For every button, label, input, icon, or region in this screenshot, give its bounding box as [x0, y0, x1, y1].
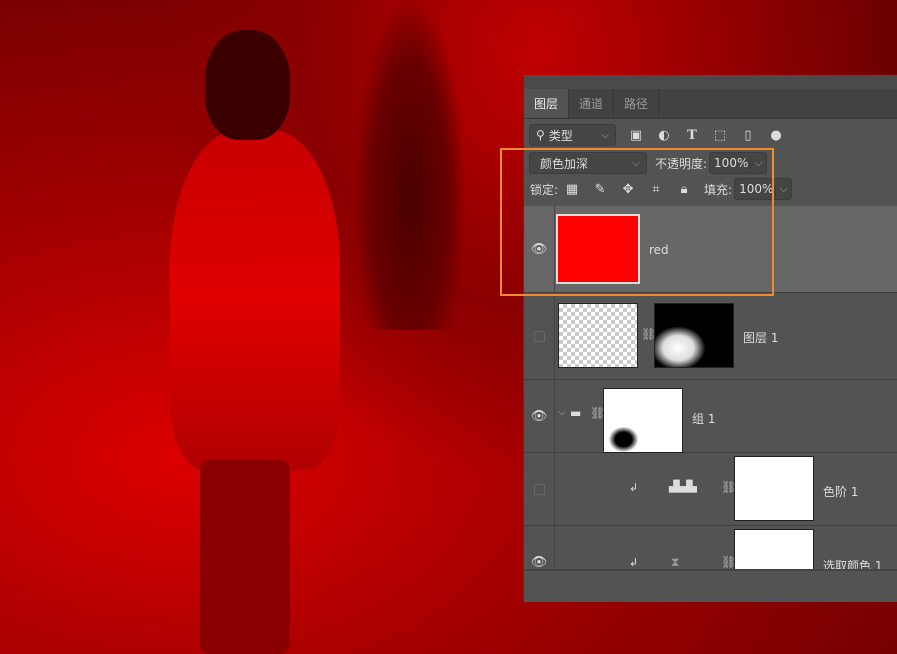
fill-value[interactable]: 100%	[735, 182, 775, 196]
blend-mode-value: 颜色加深	[540, 156, 589, 171]
group-mask-thumbnail[interactable]	[603, 388, 683, 453]
layer-row-group1[interactable]: 👁︎ ⌵ ▬ ⛓︎ 组 1	[524, 380, 897, 453]
panel-tabs: 图层 通道 路径	[524, 89, 897, 119]
visibility-toggle[interactable]: 👁︎	[524, 526, 555, 569]
filter-toggle-icon[interactable]: ●	[768, 128, 784, 143]
visibility-toggle[interactable]: 👁︎	[524, 206, 555, 292]
woman-legs	[200, 460, 290, 654]
chevron-down-icon: ⌵	[601, 129, 609, 141]
clipping-arrow-icon: ↲	[629, 556, 639, 569]
blend-mode-select[interactable]: 颜色加深 ⌵	[529, 152, 647, 174]
chevron-down-icon: ⌵	[632, 157, 640, 169]
chevron-down-icon[interactable]: ⌵	[750, 157, 766, 169]
woman-head	[205, 30, 290, 140]
eye-icon[interactable]: 👁︎	[531, 242, 548, 257]
lock-transparent-icon[interactable]: ▦	[564, 182, 580, 197]
layer-row-selective-color1[interactable]: 👁︎ ↲ ⧗ ⛓︎ 选取颜色 1	[524, 526, 897, 569]
blend-row: 颜色加深 ⌵ 不透明度: 100% ⌵	[524, 152, 897, 174]
fill-label: 填充:	[704, 182, 733, 197]
opacity-value[interactable]: 100%	[710, 156, 750, 170]
search-icon: ⚲	[536, 128, 545, 142]
panel-footer	[524, 569, 897, 602]
lock-artboard-icon[interactable]: ⌗	[648, 182, 664, 197]
hidden-box-icon[interactable]	[533, 330, 545, 342]
type-filter-icon[interactable]: T	[684, 128, 700, 143]
layer-name[interactable]: 组 1	[692, 410, 715, 427]
adjustment-filter-icon[interactable]: ◐	[656, 128, 672, 143]
layer-mask-thumbnail[interactable]	[734, 529, 814, 569]
fill-field[interactable]: 100% ⌵	[734, 178, 793, 200]
tab-channels[interactable]: 通道	[569, 89, 615, 118]
opacity-field[interactable]: 100% ⌵	[709, 152, 768, 174]
layer-mask-thumbnail[interactable]	[734, 456, 814, 521]
tab-paths[interactable]: 路径	[614, 89, 660, 118]
smart-object-filter-icon[interactable]: ▯	[740, 128, 756, 143]
panel-header[interactable]	[524, 75, 897, 89]
layer-name[interactable]: 色阶 1	[823, 483, 858, 500]
opacity-label: 不透明度:	[655, 156, 708, 171]
layer-name[interactable]: 图层 1	[743, 329, 778, 346]
cypress-tree	[355, 0, 465, 330]
layers-panel: 图层 通道 路径 ⚲ 类型 ⌵ ▣ ◐ T ⬚ ▯ ● 颜色加深 ⌵ 不透明度:…	[523, 75, 897, 602]
tab-layers[interactable]: 图层	[524, 89, 570, 118]
folder-icon: ▬	[570, 406, 582, 420]
expand-chevron-icon[interactable]: ⌵	[558, 407, 566, 418]
clipping-arrow-icon: ↲	[629, 481, 639, 494]
filter-type-select[interactable]: ⚲ 类型 ⌵	[529, 124, 616, 146]
layer-thumbnail	[556, 214, 640, 284]
visibility-toggle[interactable]	[524, 293, 555, 379]
lock-image-icon[interactable]: ✎	[592, 182, 608, 197]
chevron-down-icon[interactable]: ⌵	[775, 183, 791, 195]
levels-adjustment-icon: ▟▙▟▙	[669, 480, 697, 493]
visibility-toggle[interactable]: 👁︎	[524, 380, 555, 452]
eye-icon[interactable]: 👁︎	[531, 409, 548, 424]
layer-name[interactable]: 选取颜色 1	[823, 557, 882, 569]
layer-thumbnail	[558, 303, 638, 368]
lock-row: 锁定: ▦ ✎ ✥ ⌗ 🔒︎ 填充: 100% ⌵	[524, 178, 897, 200]
filter-type-label: 类型	[548, 128, 573, 143]
layer-name[interactable]: red	[649, 243, 669, 257]
image-filter-icon[interactable]: ▣	[628, 128, 644, 143]
shape-filter-icon[interactable]: ⬚	[712, 128, 728, 143]
lock-label: 锁定:	[530, 182, 559, 197]
woman-dress	[170, 130, 340, 470]
layer-mask-thumbnail[interactable]	[654, 303, 734, 368]
layer-row-layer1[interactable]: ⛓︎ 图层 1	[524, 293, 897, 380]
selective-color-icon: ⧗	[671, 555, 680, 569]
visibility-toggle[interactable]	[524, 453, 555, 525]
eye-icon[interactable]: 👁︎	[531, 555, 548, 569]
filter-row: ⚲ 类型 ⌵ ▣ ◐ T ⬚ ▯ ●	[524, 124, 897, 146]
layer-row-levels1[interactable]: ↲ ▟▙▟▙ ⛓︎ 色阶 1	[524, 453, 897, 526]
layer-row-red[interactable]: 👁︎ red	[524, 206, 897, 293]
lock-all-icon[interactable]: 🔒︎	[676, 182, 692, 197]
hidden-box-icon[interactable]	[533, 483, 545, 495]
lock-position-icon[interactable]: ✥	[620, 182, 636, 197]
